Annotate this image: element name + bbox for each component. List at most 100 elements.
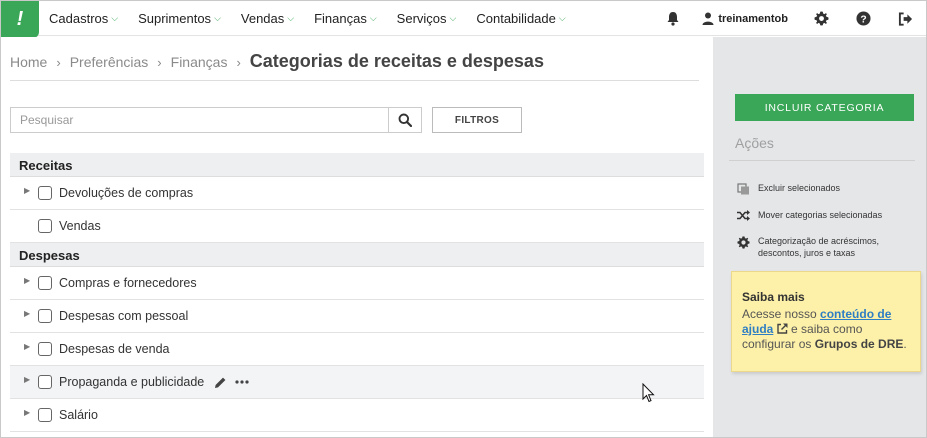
row-checkbox[interactable] <box>38 309 52 323</box>
svg-text:?: ? <box>860 14 866 25</box>
username: treinamentob <box>718 12 788 25</box>
list-item: ▶ Devoluções de compras <box>10 177 704 210</box>
nav-item-suprimentos[interactable]: Suprimentos ⌵ <box>138 11 221 26</box>
chevron-down-icon: ⌵ <box>111 12 119 23</box>
user-menu[interactable]: treinamentob <box>702 12 788 25</box>
edit-pencil-icon[interactable] <box>214 376 227 389</box>
page-title: Categorias de receitas e despesas <box>249 51 544 71</box>
action-label: Categorização de acréscimos, descontos, j… <box>758 236 879 259</box>
more-options-icon[interactable] <box>235 380 249 384</box>
expand-caret-icon[interactable]: ▶ <box>24 186 33 195</box>
list-item: ▶ Vendas <box>10 210 704 243</box>
top-right-tools: treinamentob ? <box>664 1 926 36</box>
breadcrumb-home[interactable]: Home <box>10 54 47 70</box>
action-label-line1: Categorização de acréscimos, <box>758 236 880 246</box>
app-logo[interactable]: ! <box>1 1 39 38</box>
mouse-cursor-icon <box>642 383 655 403</box>
category-label: Despesas com pessoal <box>59 309 189 323</box>
info-text: Acesse nosso conteúdo de ajuda e saiba c… <box>742 307 910 352</box>
main-nav: Cadastros ⌵ Suprimentos ⌵ Vendas ⌵ Finanças… <box>49 1 586 36</box>
delete-selected-action[interactable]: Excluir selecionados <box>735 183 840 195</box>
search-bar: FILTROS <box>10 107 522 133</box>
info-text-prefix: Acesse nosso <box>742 307 821 321</box>
nav-item-financas[interactable]: Finanças ⌵ <box>314 11 377 26</box>
row-checkbox[interactable] <box>38 219 52 233</box>
nav-item-label: Finanças <box>314 10 367 26</box>
expand-caret-icon[interactable]: ▶ <box>24 375 33 384</box>
row-checkbox[interactable] <box>38 186 52 200</box>
chevron-down-icon: ⌵ <box>287 12 295 23</box>
expand-caret-icon[interactable]: ▶ <box>24 408 33 417</box>
list-item: ▶ Despesas com pessoal <box>10 300 704 333</box>
nav-item-vendas[interactable]: Vendas ⌵ <box>241 11 294 26</box>
nav-item-label: Serviços <box>396 10 447 26</box>
nav-item-contabilidade[interactable]: Contabilidade ⌵ <box>476 11 565 26</box>
row-checkbox[interactable] <box>38 408 52 422</box>
info-strong: Grupos de DRE <box>814 337 904 351</box>
search-input[interactable] <box>10 107 388 133</box>
category-label: Compras e fornecedores <box>59 276 197 290</box>
action-label-line2: descontos, juros e taxas <box>758 247 856 258</box>
list-item-hovered: ▶ Propaganda e publicidade <box>10 366 704 399</box>
search-button[interactable] <box>388 107 422 133</box>
top-navbar: ! Cadastros ⌵ Suprimentos ⌵ Vendas ⌵ Finanç… <box>1 1 926 38</box>
chevron-right-icon: › <box>236 55 241 70</box>
nav-item-label: Suprimentos <box>138 10 212 26</box>
category-list: Receitas ▶ Devoluções de compras ▶ Venda… <box>10 153 704 432</box>
filters-button[interactable]: FILTROS <box>432 107 522 133</box>
bell-icon[interactable] <box>664 10 682 28</box>
help-icon[interactable]: ? <box>854 10 872 28</box>
category-label: Propaganda e publicidade <box>59 375 205 389</box>
nav-item-cadastros[interactable]: Cadastros ⌵ <box>49 11 118 26</box>
breadcrumb-preferencias[interactable]: Preferências <box>70 54 149 70</box>
row-checkbox[interactable] <box>38 276 52 290</box>
chevron-right-icon: › <box>157 55 162 70</box>
external-link-icon <box>776 323 788 334</box>
group-header-receitas: Receitas <box>10 153 704 177</box>
category-label: Despesas de venda <box>59 342 170 356</box>
group-header-despesas: Despesas <box>10 243 704 267</box>
nav-item-label: Cadastros <box>49 10 109 26</box>
actions-title: Ações <box>735 135 774 151</box>
chevron-right-icon: › <box>56 55 61 70</box>
move-selected-action[interactable]: Mover categorias selecionadas <box>735 210 882 222</box>
shuffle-icon <box>735 210 751 221</box>
info-text-suffix: . <box>903 337 907 351</box>
logout-icon[interactable] <box>896 10 914 28</box>
nav-item-servicos[interactable]: Serviços ⌵ <box>397 11 457 26</box>
breadcrumb-financas[interactable]: Finanças <box>171 54 228 70</box>
categorization-action[interactable]: Categorização de acréscimos, descontos, j… <box>735 236 879 259</box>
app-window: ! Cadastros ⌵ Suprimentos ⌵ Vendas ⌵ Finanç… <box>0 0 927 438</box>
list-item: ▶ Salário <box>10 399 704 432</box>
gear-icon <box>735 236 751 249</box>
expand-caret-icon[interactable]: ▶ <box>24 309 33 318</box>
chevron-down-icon: ⌵ <box>214 12 221 23</box>
divider <box>10 80 699 81</box>
row-checkbox[interactable] <box>38 342 52 356</box>
info-title: Saiba mais <box>742 290 805 304</box>
trash-icon <box>735 183 751 195</box>
chevron-down-icon: ⌵ <box>449 12 457 23</box>
help-info-box: Saiba mais Acesse nosso conteúdo de ajud… <box>731 271 921 372</box>
expand-caret-icon[interactable]: ▶ <box>24 342 33 351</box>
user-icon <box>702 12 714 25</box>
include-category-button[interactable]: INCLUIR CATEGORIA <box>735 94 914 121</box>
action-label: Mover categorias selecionadas <box>758 210 883 220</box>
category-label: Vendas <box>59 219 101 233</box>
divider <box>729 160 915 161</box>
expand-caret-icon[interactable]: ▶ <box>24 276 33 285</box>
action-label: Excluir selecionados <box>758 183 841 193</box>
search-icon <box>398 113 412 127</box>
gear-icon[interactable] <box>812 10 830 28</box>
main-content: Home › Preferências › Finanças › Categor… <box>1 37 713 437</box>
list-item: ▶ Despesas de venda <box>10 333 704 366</box>
nav-item-label: Contabilidade <box>476 10 556 26</box>
row-checkbox[interactable] <box>38 375 52 389</box>
list-item: ▶ Compras e fornecedores <box>10 267 704 300</box>
nav-item-label: Vendas <box>240 10 285 26</box>
chevron-down-icon: ⌵ <box>369 12 377 23</box>
right-sidebar: INCLUIR CATEGORIA Ações Excluir selecion… <box>713 37 926 437</box>
category-label: Devoluções de compras <box>59 186 194 200</box>
chevron-down-icon: ⌵ <box>558 12 566 23</box>
category-label: Salário <box>59 408 98 422</box>
